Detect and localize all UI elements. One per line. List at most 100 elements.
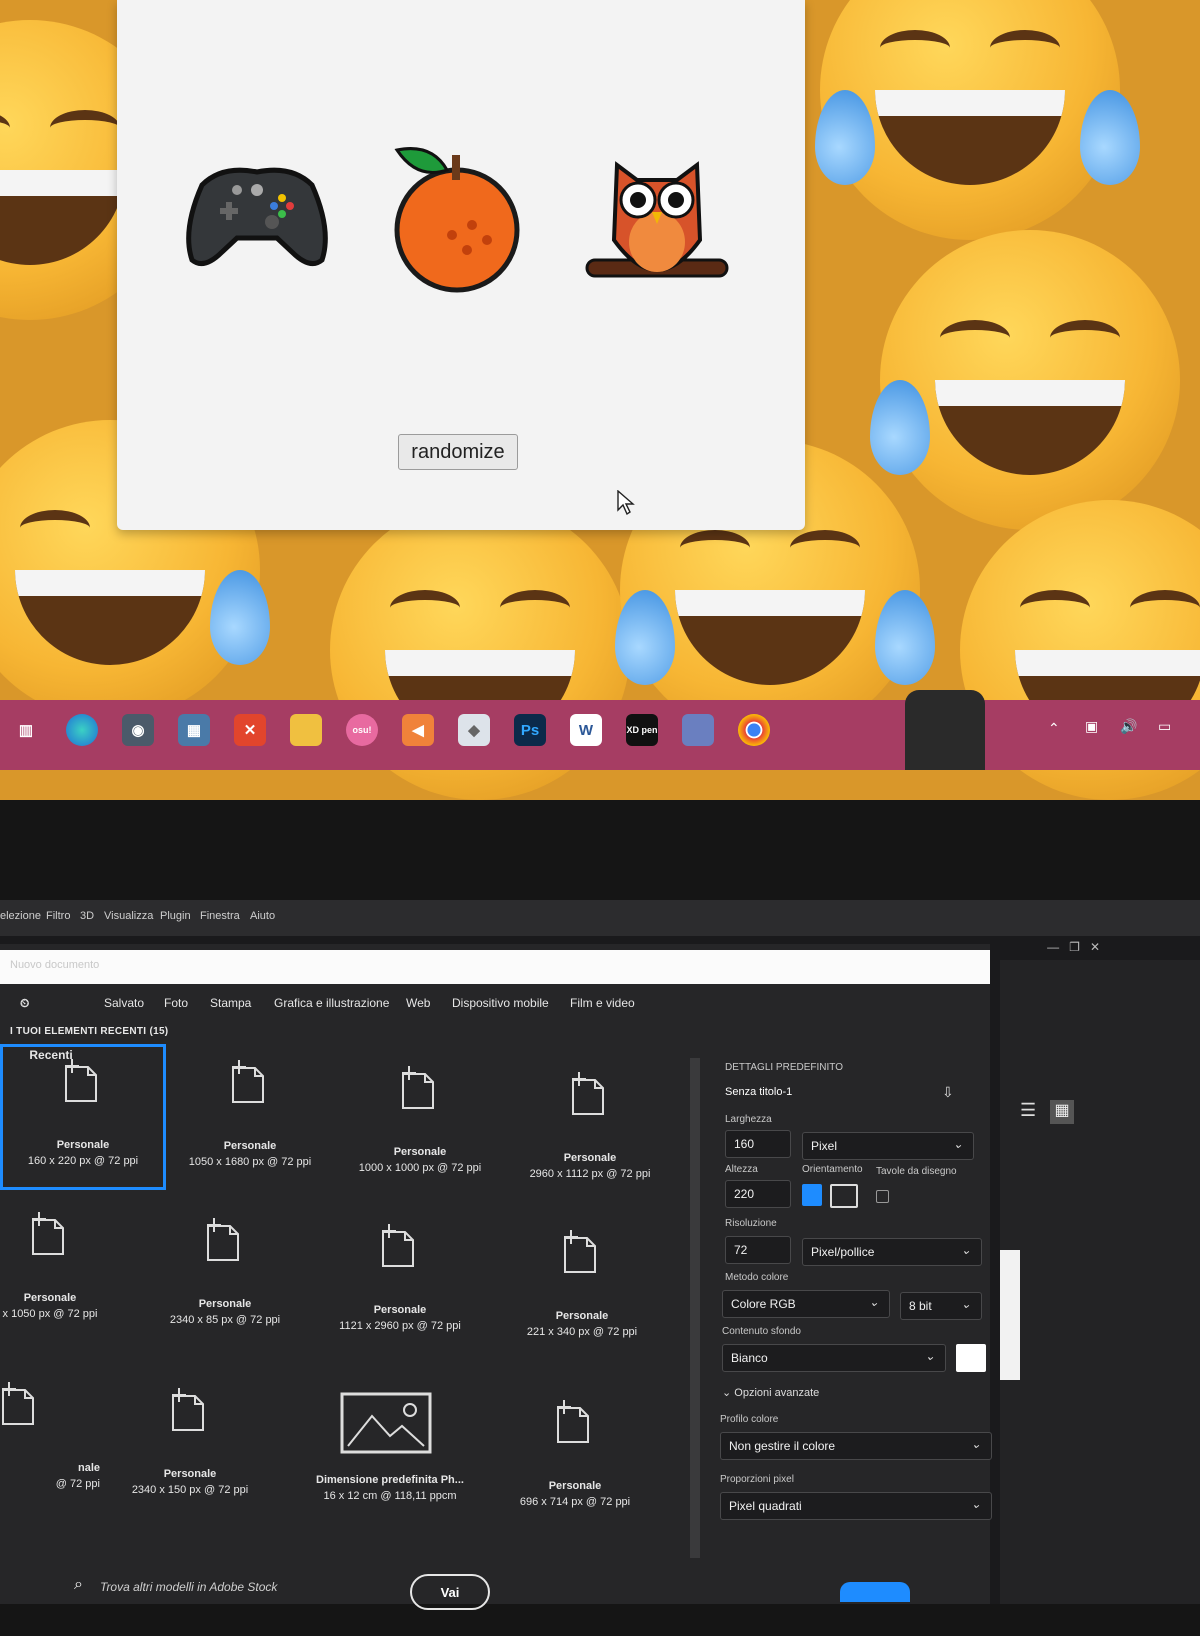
tab-web[interactable]: Web — [406, 996, 430, 1010]
file-explorer-icon[interactable] — [290, 714, 322, 746]
task-view-icon[interactable]: ▥ — [10, 714, 42, 746]
preset-details-panel: DETTAGLI PREDEFINITO Senza titolo-1 ⇩ La… — [710, 1062, 1000, 1636]
save-preset-icon[interactable]: ⇩ — [942, 1084, 954, 1101]
resolution-unit-select[interactable]: Pixel/pollice ⌄ — [802, 1238, 982, 1266]
network-icon[interactable]: ▣ — [1085, 718, 1098, 735]
preset-card[interactable]: Personale 1121 x 2960 px @ 72 ppi — [320, 1212, 480, 1352]
document-icon — [207, 1218, 239, 1261]
window-controls: — ❐ ✕ — [1047, 940, 1100, 954]
tab-salvato[interactable]: Salvato — [104, 996, 144, 1010]
chevron-down-icon: ⌄ — [924, 1349, 935, 1363]
preset-card[interactable]: Personale 221 x 340 px @ 72 ppi — [502, 1218, 662, 1358]
menu-3d[interactable]: 3D — [80, 910, 94, 922]
artboards-checkbox[interactable] — [876, 1190, 889, 1203]
landscape-orientation-icon[interactable] — [830, 1184, 858, 1208]
lower-monitor: elezione Filtro 3D Visualizza Plugin Fin… — [0, 900, 1200, 1610]
preset-card[interactable]: Personale 2340 x 85 px @ 72 ppi — [145, 1206, 305, 1346]
x-app-icon[interactable]: ✕ — [234, 714, 266, 746]
image-icon — [340, 1392, 432, 1454]
preset-card[interactable]: Personale 2960 x 1112 px @ 72 ppi — [510, 1060, 670, 1200]
document-icon — [564, 1230, 596, 1273]
menu-finestra[interactable]: Finestra — [200, 910, 240, 922]
photoshop-menubar: elezione Filtro 3D Visualizza Plugin Fin… — [0, 900, 1200, 936]
bit-depth-select[interactable]: 8 bit ⌄ — [900, 1292, 982, 1320]
grid-view-icon[interactable]: ▦ — [1050, 1100, 1074, 1124]
xd-pen-icon[interactable]: XD pen — [626, 714, 658, 746]
chevron-down-icon: ⌄ — [970, 1437, 981, 1451]
webcam — [905, 690, 985, 770]
pixel-aspect-select[interactable]: Pixel quadrati ⌄ — [720, 1492, 992, 1520]
cube-app-icon[interactable]: ◆ — [458, 714, 490, 746]
background-label: Contenuto sfondo — [722, 1326, 801, 1337]
document-icon — [557, 1400, 589, 1443]
anime-app-icon[interactable] — [682, 714, 714, 746]
edge-icon[interactable] — [66, 714, 98, 746]
notifications-icon[interactable]: ▭ — [1158, 718, 1171, 735]
go-button[interactable]: Vai — [410, 1574, 490, 1610]
menu-plugin[interactable]: Plugin — [160, 910, 191, 922]
preset-card[interactable]: Personale 1050 x 1680 px @ 72 ppi — [170, 1048, 330, 1188]
volume-icon[interactable]: 🔊 — [1120, 718, 1137, 735]
background-select[interactable]: Bianco ⌄ — [722, 1344, 946, 1372]
document-icon — [572, 1072, 604, 1115]
document-title-input[interactable]: Nuovo documento — [0, 950, 990, 984]
tab-dispositivo-mobile[interactable]: Dispositivo mobile — [452, 996, 549, 1010]
camera-icon[interactable]: ◉ — [122, 714, 154, 746]
preset-card[interactable]: Personale x 1050 px @ 72 ppi — [0, 1200, 130, 1340]
menu-selezione[interactable]: elezione — [0, 910, 41, 922]
menu-visualizza[interactable]: Visualizza — [104, 910, 153, 922]
recent-items-header: I TUOI ELEMENTI RECENTI (15) — [10, 1026, 169, 1037]
close-icon[interactable]: ✕ — [1090, 940, 1100, 954]
artboards-label: Tavole da disegno — [876, 1166, 957, 1177]
width-input[interactable]: 160 — [725, 1130, 791, 1158]
canvas-preview — [1000, 1250, 1020, 1380]
tears-of-joy-emoji-icon — [815, 0, 1140, 240]
game-controller-icon — [186, 167, 328, 267]
document-icon — [232, 1060, 264, 1103]
tab-film-video[interactable]: Film e video — [570, 996, 635, 1010]
tab-foto[interactable]: Foto — [164, 996, 188, 1010]
osu-icon[interactable]: osu! — [346, 714, 378, 746]
preset-card[interactable]: nale @ 72 ppi — [0, 1370, 100, 1510]
create-button[interactable] — [840, 1582, 910, 1602]
document-icon — [65, 1059, 97, 1102]
width-label: Larghezza — [725, 1114, 772, 1125]
menu-aiuto[interactable]: Aiuto — [250, 910, 275, 922]
word-icon[interactable]: W — [570, 714, 602, 746]
portrait-orientation-icon[interactable] — [802, 1184, 822, 1206]
randomize-button[interactable]: randomize — [398, 434, 518, 470]
width-unit-select[interactable]: Pixel ⌄ — [802, 1132, 974, 1160]
height-input[interactable]: 220 — [725, 1180, 791, 1208]
preset-card[interactable]: Personale 696 x 714 px @ 72 ppi — [495, 1388, 655, 1528]
list-view-icon[interactable]: ☰ — [1020, 1100, 1036, 1121]
preset-card[interactable]: Personale 2340 x 150 px @ 72 ppi — [110, 1376, 270, 1516]
preset-card[interactable]: Dimensione predefinita Ph... 16 x 12 cm … — [300, 1382, 480, 1522]
restore-icon[interactable]: ❐ — [1069, 940, 1080, 954]
presets-scrollbar[interactable] — [690, 1058, 700, 1558]
mouse-cursor-icon — [617, 490, 635, 516]
calculator-icon[interactable]: ▦ — [178, 714, 210, 746]
menu-filtro[interactable]: Filtro — [46, 910, 70, 922]
chevron-down-icon: ⌄ — [960, 1243, 971, 1257]
minimize-icon[interactable]: — — [1047, 940, 1059, 954]
tray-chevron-icon[interactable]: ⌃ — [1048, 720, 1060, 737]
background-color-swatch[interactable] — [956, 1344, 986, 1372]
document-name[interactable]: Senza titolo-1 — [725, 1086, 792, 1098]
photoshop-icon[interactable]: Ps — [514, 714, 546, 746]
app-icon[interactable]: ◀ — [402, 714, 434, 746]
tab-stampa[interactable]: Stampa — [210, 996, 251, 1010]
upper-monitor: randomize ▥ ◉ ▦ ✕ osu! ◀ ◆ Ps W XD pen ⌃… — [0, 0, 1200, 800]
search-icon: ⌕ — [74, 1576, 83, 1593]
tab-recenti[interactable]: ⏲ Recenti — [20, 996, 73, 1062]
chrome-icon[interactable] — [738, 714, 770, 746]
tab-grafica[interactable]: Grafica e illustrazione — [274, 996, 389, 1010]
preset-card[interactable]: Personale 1000 x 1000 px @ 72 ppi — [340, 1054, 500, 1194]
document-icon — [32, 1212, 64, 1255]
resolution-input[interactable]: 72 — [725, 1236, 791, 1264]
advanced-options-toggle[interactable]: ⌄ Opzioni avanzate — [722, 1386, 819, 1399]
pixel-aspect-label: Proporzioni pixel — [720, 1474, 794, 1485]
preset-card[interactable]: Personale 160 x 220 px @ 72 ppi — [0, 1044, 166, 1190]
color-mode-select[interactable]: Colore RGB ⌄ — [722, 1290, 890, 1318]
color-profile-select[interactable]: Non gestire il colore ⌄ — [720, 1432, 992, 1460]
chevron-down-icon: ⌄ — [868, 1295, 879, 1309]
